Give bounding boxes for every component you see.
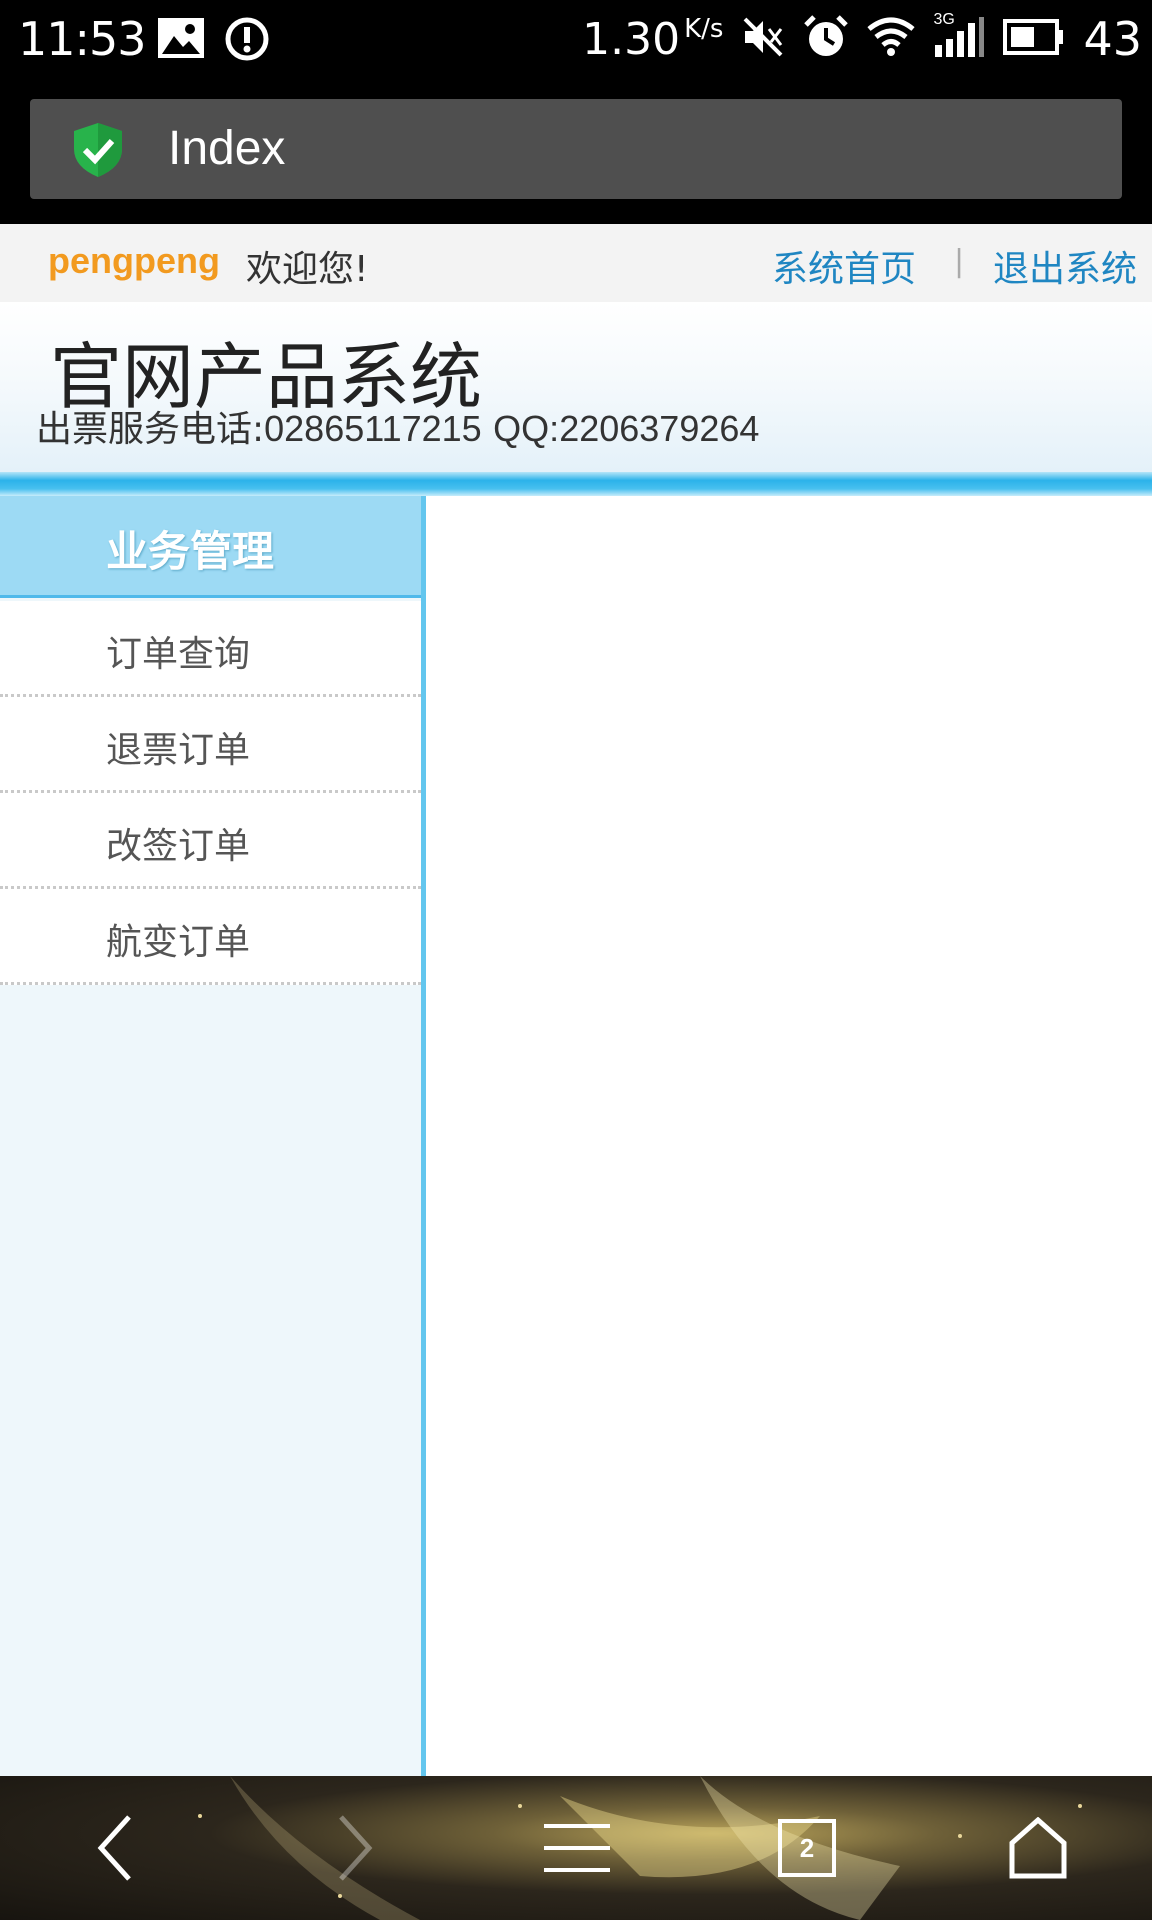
- menu-item-flight-change-orders[interactable]: 航变订单: [0, 889, 421, 985]
- menu-item-refund-orders[interactable]: 退票订单: [0, 697, 421, 793]
- qq-number: 2206379264: [559, 408, 760, 449]
- back-button[interactable]: [80, 1776, 150, 1920]
- home-icon: [1009, 1817, 1067, 1879]
- service-label: 出票服务电话:: [36, 409, 265, 450]
- user-bar: pengpeng 欢迎您! 系统首页 | 退出系统: [0, 224, 1152, 302]
- service-phone: 02865117215: [264, 408, 482, 449]
- browser-toolbar: Index: [0, 78, 1152, 224]
- menu-icon: [544, 1824, 610, 1872]
- network-type: 3G: [933, 11, 955, 28]
- nav-separator: |: [954, 244, 965, 279]
- service-info: 出票服务电话:02865117215 QQ:2206379264: [36, 400, 759, 452]
- menu-item-label: 航变订单: [106, 922, 251, 963]
- speed-unit: K/s: [684, 13, 724, 44]
- menu-item-change-orders[interactable]: 改签订单: [0, 793, 421, 889]
- alert-icon: [224, 16, 270, 66]
- logout-link[interactable]: 退出系统: [993, 240, 1137, 292]
- status-time: 11:53: [18, 12, 147, 66]
- network-speed: 1.30 K/s: [582, 14, 723, 65]
- mute-icon: [741, 15, 785, 63]
- home-link[interactable]: 系统首页: [772, 240, 916, 292]
- qq-label: QQ:: [493, 408, 560, 449]
- tab-count: 2: [799, 1832, 815, 1863]
- status-bar: 11:53 1.30 K/s 3G 43: [0, 0, 1152, 78]
- browser-bottom-bar: 2: [0, 1776, 1152, 1920]
- alarm-icon: [803, 14, 849, 64]
- menu-button[interactable]: [540, 1776, 614, 1920]
- image-icon: [156, 16, 206, 64]
- back-arrow-icon: [97, 1815, 131, 1881]
- menu-item-label: 订单查询: [106, 634, 251, 675]
- menu-item-label: 退票订单: [106, 730, 251, 771]
- menu-item-order-query[interactable]: 订单查询: [0, 601, 421, 697]
- wifi-icon: [867, 17, 916, 61]
- tabs-button[interactable]: 2: [776, 1776, 838, 1920]
- sidebar-heading: 业务管理: [0, 496, 421, 598]
- forward-button[interactable]: [320, 1776, 390, 1920]
- username: pengpeng: [48, 240, 220, 281]
- address-bar[interactable]: Index: [30, 99, 1122, 199]
- shield-check-icon[interactable]: [70, 121, 126, 183]
- header-divider: [0, 472, 1152, 496]
- content-area: [431, 496, 1152, 1776]
- sidebar-heading-label: 业务管理: [106, 527, 275, 576]
- speed-value: 1.30: [582, 13, 681, 65]
- site-header: 官网产品系统 出票服务电话:02865117215 QQ:2206379264: [0, 302, 1152, 472]
- page-title[interactable]: Index: [168, 121, 285, 176]
- forward-arrow-icon: [339, 1815, 373, 1881]
- battery-icon: [1003, 19, 1065, 59]
- battery-level: 43: [1083, 12, 1142, 66]
- home-button[interactable]: [1006, 1776, 1070, 1920]
- sidebar: 业务管理 订单查询 退票订单 改签订单 航变订单: [0, 496, 426, 1776]
- signal-icon: 3G: [933, 11, 985, 63]
- web-page: pengpeng 欢迎您! 系统首页 | 退出系统 官网产品系统 出票服务电话:…: [0, 224, 1152, 1776]
- menu-item-label: 改签订单: [106, 826, 251, 867]
- welcome-text: 欢迎您!: [246, 249, 369, 290]
- tabs-icon: 2: [778, 1819, 836, 1877]
